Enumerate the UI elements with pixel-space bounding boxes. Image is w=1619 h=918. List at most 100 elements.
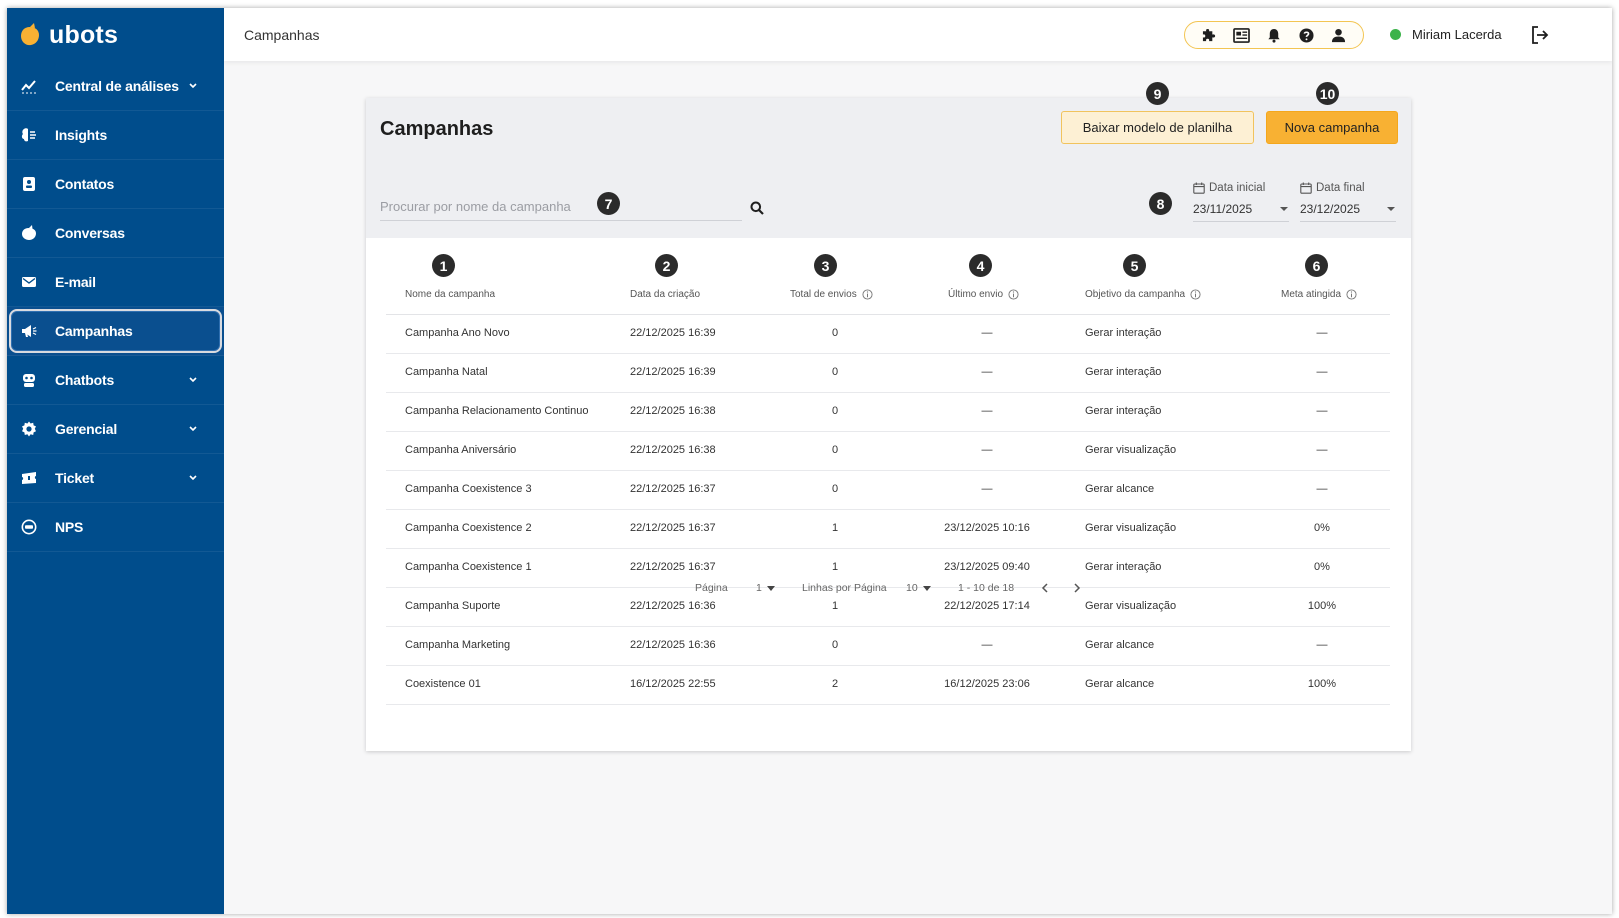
table-row[interactable]: Campanha Ano Novo 22/12/2025 16:39 0 — Gerar…: [386, 315, 1390, 354]
cell-objective: Gerar alcance: [1085, 483, 1155, 495]
sidebar-item-nps[interactable]: NPS: [7, 503, 224, 552]
sidebar-item-chatbots[interactable]: Chatbots: [7, 356, 224, 405]
table-row[interactable]: Campanha Natal 22/12/2025 16:39 0 — Gerar in…: [386, 354, 1390, 393]
cell-objective: Gerar visualização: [1085, 444, 1177, 456]
table-row[interactable]: Campanha Coexistence 3 22/12/2025 16:37 0 —…: [386, 471, 1390, 510]
rows-per-page-select[interactable]: 10: [906, 582, 931, 594]
cell-created: 22/12/2025 16:38: [630, 444, 716, 456]
campaigns-table: 1 2 3 4 5 6 Nome da campanha Data da cri…: [386, 238, 1390, 705]
table-row[interactable]: Campanha Relacionamento Continuo 22/12/20…: [386, 393, 1390, 432]
annotation-badge-5: 5: [1123, 254, 1146, 277]
cell-objective: Gerar interação: [1085, 405, 1162, 417]
info-icon[interactable]: [862, 289, 873, 300]
chevron-right-icon[interactable]: [1071, 582, 1083, 594]
search-icon[interactable]: [750, 201, 764, 215]
page-select[interactable]: 1: [756, 582, 775, 594]
help-icon[interactable]: [1297, 26, 1315, 44]
chat-bubble-icon: [21, 225, 37, 241]
date-end-select[interactable]: 23/12/2025: [1300, 196, 1396, 222]
search-box: [380, 193, 764, 221]
cell-last-send: —: [981, 327, 993, 339]
sidebar-item-ticket[interactable]: Ticket: [7, 454, 224, 503]
user-icon[interactable]: [1330, 26, 1348, 44]
cell-created: 22/12/2025 16:38: [630, 405, 716, 417]
envelope-icon: [21, 274, 37, 290]
robot-icon: [21, 372, 37, 388]
column-header-created[interactable]: Data da criação: [630, 289, 700, 300]
cell-created: 22/12/2025 16:36: [630, 639, 716, 651]
news-icon[interactable]: [1233, 26, 1251, 44]
brand-logo[interactable]: ubots: [7, 8, 224, 62]
cell-total-sends: 1: [831, 561, 839, 573]
cell-last-send: 23/12/2025 10:16: [944, 522, 1030, 534]
puzzle-icon[interactable]: [1200, 26, 1218, 44]
sidebar-item-email[interactable]: E-mail: [7, 258, 224, 307]
bell-icon[interactable]: [1265, 26, 1283, 44]
chevron-down-icon: [189, 475, 197, 481]
cell-goal: —: [1316, 405, 1328, 417]
info-icon[interactable]: [1346, 289, 1357, 300]
annotation-badge-1: 1: [432, 254, 455, 277]
column-header-objective[interactable]: Objetivo da campanha: [1085, 289, 1201, 300]
column-header-last-send[interactable]: Último envio: [948, 289, 1019, 300]
campaigns-card: Campanhas 9 10 Baixar modelo de planilha…: [366, 82, 1411, 751]
card-header: Campanhas 9 10 Baixar modelo de planilha…: [366, 82, 1411, 238]
cell-created: 22/12/2025 16:37: [630, 483, 716, 495]
cell-total-sends: 0: [831, 366, 839, 378]
cell-total-sends: 2: [831, 678, 839, 690]
page-title: Campanhas: [380, 118, 494, 140]
chevron-left-icon[interactable]: [1039, 582, 1051, 594]
table-row[interactable]: Coexistence 01 16/12/2025 22:55 2 16/12/202…: [386, 666, 1390, 705]
user-name: Miriam Lacerda: [1412, 27, 1502, 42]
cell-objective: Gerar interação: [1085, 327, 1162, 339]
new-campaign-button[interactable]: Nova campanha: [1266, 111, 1398, 144]
column-header-total-sends[interactable]: Total de envios: [790, 289, 873, 300]
cell-total-sends: 0: [831, 639, 839, 651]
info-icon[interactable]: [1008, 289, 1019, 300]
sidebar-item-label: NPS: [55, 519, 84, 535]
column-header-name[interactable]: Nome da campanha: [405, 289, 495, 300]
sidebar-item-label: Central de análises: [55, 78, 179, 94]
table-header: 1 2 3 4 5 6 Nome da campanha Data da cri…: [386, 238, 1390, 315]
sidebar-item-gerencial[interactable]: Gerencial: [7, 405, 224, 454]
calendar-icon: [1193, 182, 1205, 194]
brain-icon: [21, 127, 37, 143]
sidebar-item-label: Gerencial: [55, 421, 118, 437]
annotation-badge-7: 7: [597, 192, 620, 215]
cell-total-sends: 0: [831, 327, 839, 339]
cell-goal: —: [1316, 483, 1328, 495]
date-start-select[interactable]: 23/11/2025: [1193, 196, 1289, 222]
info-icon[interactable]: [1190, 289, 1201, 300]
sidebar-item-label: Campanhas: [55, 323, 133, 339]
cell-name: Campanha Coexistence 1: [405, 561, 532, 573]
table-row[interactable]: Campanha Marketing 22/12/2025 16:36 0 — Gera…: [386, 627, 1390, 666]
download-template-button[interactable]: Baixar modelo de planilha: [1061, 111, 1254, 144]
logout-icon[interactable]: [1530, 25, 1550, 45]
cell-goal: —: [1316, 327, 1328, 339]
table-row[interactable]: Campanha Aniversário 22/12/2025 16:38 0 — Ge…: [386, 432, 1390, 471]
caret-down-icon: [922, 585, 931, 591]
sidebar: ubots Central de análises Insights Conta…: [7, 8, 224, 914]
cell-last-send: —: [981, 483, 993, 495]
cell-last-send: —: [981, 444, 993, 456]
table-body: Campanha Ano Novo 22/12/2025 16:39 0 — Gerar…: [386, 315, 1390, 705]
sidebar-item-label: Conversas: [55, 225, 125, 241]
cell-name: Campanha Coexistence 2: [405, 522, 532, 534]
sidebar-item-central-de-analises[interactable]: Central de análises: [7, 62, 224, 111]
table-row[interactable]: Campanha Coexistence 2 22/12/2025 16:37 1 2…: [386, 510, 1390, 549]
column-header-goal[interactable]: Meta atingida: [1281, 289, 1357, 300]
chevron-down-icon: [189, 426, 197, 432]
pagination: Página 1 Linhas por Página 10 1 - 10 de …: [366, 574, 1411, 604]
sidebar-item-insights[interactable]: Insights: [7, 111, 224, 160]
cell-objective: Gerar visualização: [1085, 522, 1177, 534]
search-input[interactable]: [380, 193, 710, 219]
cell-total-sends: 0: [831, 444, 839, 456]
cell-created: 22/12/2025 16:37: [630, 561, 716, 573]
sidebar-item-conversas[interactable]: Conversas: [7, 209, 224, 258]
sidebar-item-campanhas[interactable]: Campanhas: [7, 307, 224, 356]
cell-goal: 100%: [1307, 678, 1337, 690]
gear-icon: [21, 421, 37, 437]
cell-goal: —: [1316, 366, 1328, 378]
sidebar-item-contatos[interactable]: Contatos: [7, 160, 224, 209]
cell-total-sends: 0: [831, 483, 839, 495]
